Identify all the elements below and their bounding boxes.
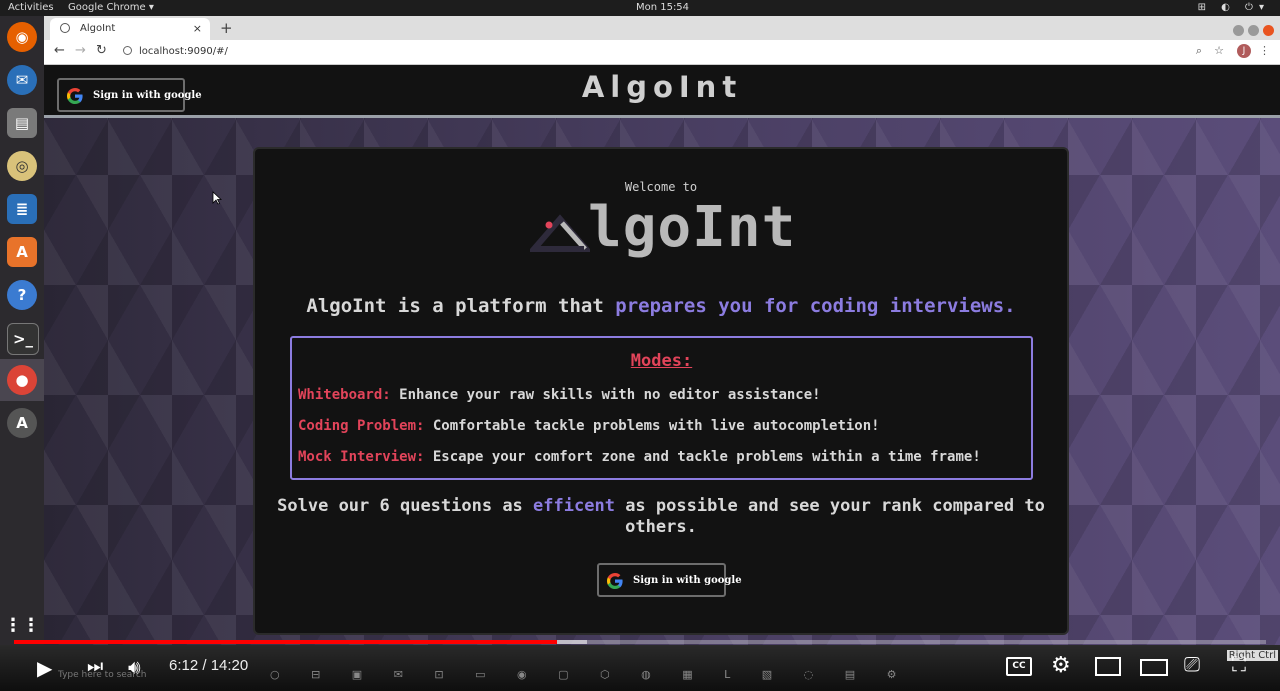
forward-icon[interactable]: →: [75, 43, 86, 58]
welcome-card: Welcome to lgoInt AlgoInt is a platform …: [253, 147, 1069, 635]
ubuntu-dock: ◉ ✉ ▤ ◎ ≣ A ? >_ ● A ⋮⋮: [0, 16, 44, 646]
window-controls: [1229, 21, 1274, 40]
mode-item-coding-problem: Coding Problem: Comfortable tackle probl…: [298, 418, 880, 434]
taskbar-search[interactable]: Type here to search: [58, 670, 146, 680]
play-icon[interactable]: ▶: [37, 656, 52, 680]
minimize-icon[interactable]: [1233, 25, 1244, 36]
updater-icon[interactable]: A: [7, 408, 37, 438]
site-title: AlgoInt: [581, 70, 743, 104]
new-tab-icon[interactable]: +: [220, 19, 233, 37]
system-top-bar: Activities Google Chrome ▾ Mon 15:54 ⊞ ◐…: [0, 0, 1280, 16]
writer-icon[interactable]: ≣: [7, 194, 37, 224]
browser-tab-strip: AlgoInt × +: [44, 16, 1280, 40]
tab-favicon-icon: [60, 23, 70, 33]
close-window-icon[interactable]: [1263, 25, 1274, 36]
captions-icon[interactable]: CC: [1006, 657, 1032, 676]
mode-key: Mock Interview:: [298, 449, 425, 465]
thunderbird-icon[interactable]: ✉: [7, 65, 37, 95]
mode-item-mock-interview: Mock Interview: Escape your comfort zone…: [298, 449, 981, 465]
miniplayer-icon[interactable]: [1095, 657, 1121, 676]
google-icon: [607, 573, 623, 589]
profile-avatar[interactable]: J: [1237, 44, 1251, 58]
show-apps-icon[interactable]: ⋮⋮: [4, 610, 40, 640]
modes-title: Modes:: [630, 351, 693, 371]
rhythmbox-icon[interactable]: ◎: [7, 151, 37, 181]
video-progress-played: [14, 640, 558, 644]
tagline: AlgoInt is a platform that prepares you …: [255, 295, 1067, 317]
mode-desc: Comfortable tackle problems with live au…: [432, 418, 880, 434]
tagline-highlight: prepares you for coding interviews.: [615, 295, 1016, 317]
video-time: 6:12 / 14:20: [169, 657, 249, 674]
mode-desc: Enhance your raw skills with no editor a…: [399, 387, 821, 403]
logo-wordmark: lgoInt: [588, 195, 797, 260]
solve-highlight: efficent: [533, 496, 615, 516]
algoint-logo-icon: [530, 214, 590, 252]
system-tray-icons[interactable]: ⊞ ◐ ⏻▾: [1198, 2, 1270, 13]
firefox-icon[interactable]: ◉: [7, 22, 37, 52]
browser-tab[interactable]: AlgoInt ×: [50, 18, 210, 40]
tab-title: AlgoInt: [80, 23, 116, 34]
bookmark-star-icon[interactable]: ☆: [1214, 44, 1224, 57]
solve-pre: Solve our 6 questions as: [277, 496, 523, 516]
theater-mode-icon[interactable]: [1140, 659, 1168, 676]
mouse-cursor-icon: [212, 191, 222, 205]
files-icon[interactable]: ▤: [7, 108, 37, 138]
mode-item-whiteboard: Whiteboard: Enhance your raw skills with…: [298, 387, 821, 403]
modes-box: Modes: Whiteboard: Enhance your raw skil…: [290, 336, 1033, 480]
browser-toolbar: ← → ↻ localhost:9090/#/ ⌕ ☆ J ⋮: [44, 40, 1280, 65]
system-clock[interactable]: Mon 15:54: [0, 2, 1280, 13]
terminal-icon[interactable]: >_: [7, 323, 39, 355]
mode-key: Coding Problem:: [298, 418, 425, 434]
site-header: Sign in with google AlgoInt: [44, 65, 1280, 118]
solve-post: as possible and see your rank compared t…: [625, 496, 1045, 537]
fullscreen-icon[interactable]: ⛶: [1232, 652, 1246, 676]
mode-desc: Escape your comfort zone and tackle prob…: [432, 449, 981, 465]
maximize-icon[interactable]: [1248, 25, 1259, 36]
card-signin-label: Sign in with google: [633, 575, 742, 586]
reload-icon[interactable]: ↻: [96, 43, 107, 58]
mode-key: Whiteboard:: [298, 387, 391, 403]
menu-kebab-icon[interactable]: ⋮: [1259, 44, 1270, 57]
chrome-icon[interactable]: ●: [7, 365, 37, 395]
web-page: Sign in with google AlgoInt Welcome to l…: [44, 65, 1280, 645]
help-icon[interactable]: ?: [7, 280, 37, 310]
solve-text: Solve our 6 questions as efficent as pos…: [255, 496, 1067, 538]
settings-gear-icon[interactable]: ⚙: [1051, 653, 1071, 678]
site-info-icon[interactable]: [123, 46, 132, 55]
welcome-text: Welcome to: [624, 180, 698, 194]
tagline-plain: AlgoInt is a platform that: [306, 295, 604, 317]
taskbar-icons[interactable]: ○ ⊟ ▣ ✉ ⊡ ▭ ◉ ▢ ⬡ ◍ ▦ L ▧ ◌ ▤ ⚙: [270, 668, 910, 681]
back-icon[interactable]: ←: [54, 43, 65, 58]
close-tab-icon[interactable]: ×: [193, 22, 202, 35]
url-field[interactable]: localhost:9090/#/: [139, 46, 228, 57]
cast-icon[interactable]: ⎚: [1184, 652, 1200, 676]
zoom-icon[interactable]: ⌕: [1196, 44, 1202, 58]
software-center-icon[interactable]: A: [7, 237, 37, 267]
card-google-signin-button[interactable]: Sign in with google: [597, 563, 742, 597]
